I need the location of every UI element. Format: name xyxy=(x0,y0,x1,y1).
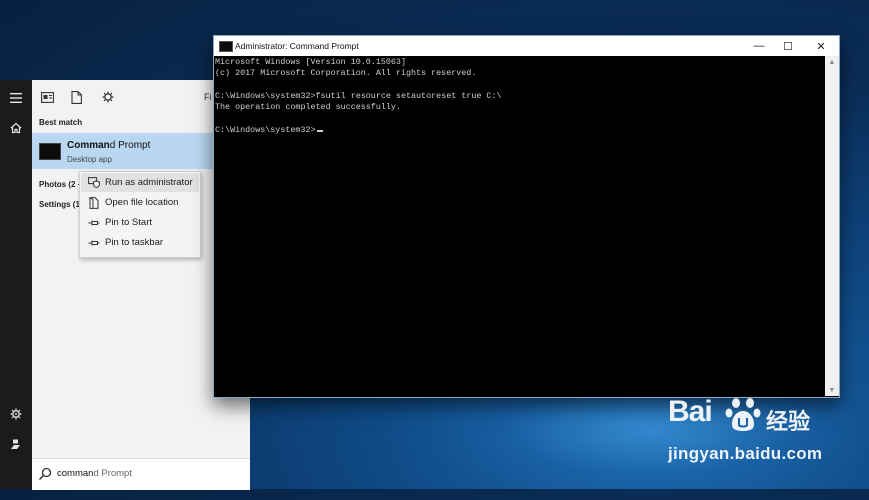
command-prompt-icon xyxy=(219,41,233,52)
console-line: C:\Windows\system32>fsutil resource seta… xyxy=(215,91,502,101)
gear-icon[interactable] xyxy=(6,404,26,424)
menu-item-label: Pin to taskbar xyxy=(105,237,164,248)
console-prompt-line: C:\Windows\system32> xyxy=(215,125,323,136)
console-line: Microsoft Windows [Version 10.0.15063] xyxy=(215,57,406,67)
folder-icon xyxy=(87,196,100,209)
pin-icon xyxy=(87,236,100,249)
menu-item-pin-to-start[interactable]: Pin to Start xyxy=(81,213,199,232)
window-titlebar[interactable]: Administrator: Command Prompt — ☐ ✕ xyxy=(214,36,839,56)
console-line: (c) 2017 Microsoft Corporation. All righ… xyxy=(215,68,477,78)
shield-icon xyxy=(87,176,100,189)
console-line: The operation completed successfully. xyxy=(215,102,401,112)
search-input[interactable]: command Prompt xyxy=(32,458,250,490)
documents-icon[interactable] xyxy=(68,89,84,105)
pin-icon xyxy=(87,216,100,229)
watermark-suffix: 经验 xyxy=(766,409,811,434)
filter-truncated-label: Fi xyxy=(204,92,212,102)
result-subtitle: Desktop app xyxy=(67,155,112,164)
command-prompt-window[interactable]: Administrator: Command Prompt — ☐ ✕ Micr… xyxy=(213,35,840,398)
baidu-watermark: Bai 经验 jingyan.baidu.com xyxy=(668,395,828,470)
all-apps-icon[interactable] xyxy=(39,89,55,105)
command-prompt-icon xyxy=(39,143,61,160)
category-photos[interactable]: Photos (2 + xyxy=(39,180,82,189)
vertical-scrollbar[interactable]: ▲ ▼ xyxy=(825,56,839,396)
start-menu-rail xyxy=(0,80,32,489)
best-match-heading: Best match xyxy=(39,118,83,127)
category-settings[interactable]: Settings (1 xyxy=(39,200,80,209)
close-button[interactable]: ✕ xyxy=(805,36,837,56)
user-icon[interactable] xyxy=(6,434,26,454)
watermark-brand: Bai xyxy=(668,395,713,428)
window-title: Administrator: Command Prompt xyxy=(235,41,359,51)
menu-item-pin-to-taskbar[interactable]: Pin to taskbar xyxy=(81,233,199,252)
best-match-result[interactable]: Command Prompt Desktop app xyxy=(32,133,214,169)
watermark-url: jingyan.baidu.com xyxy=(668,444,823,463)
result-title: Command Prompt xyxy=(67,140,151,151)
hamburger-menu-icon[interactable] xyxy=(6,88,26,108)
text-cursor xyxy=(316,130,323,132)
console-output[interactable]: Microsoft Windows [Version 10.0.15063] (… xyxy=(214,56,825,396)
menu-item-open-file-location[interactable]: Open file location xyxy=(81,193,199,212)
search-icon xyxy=(38,467,52,481)
maximize-button[interactable]: ☐ xyxy=(772,36,804,56)
search-query: command Prompt xyxy=(57,468,132,479)
context-menu: Run as administrator Open file location … xyxy=(79,171,201,258)
settings-icon[interactable] xyxy=(100,89,116,105)
scroll-up-arrow-icon[interactable]: ▲ xyxy=(825,56,839,68)
minimize-button[interactable]: — xyxy=(743,36,775,56)
menu-item-label: Run as administrator xyxy=(105,177,193,188)
menu-item-run-as-administrator[interactable]: Run as administrator xyxy=(81,173,199,192)
paw-logo-icon xyxy=(725,398,761,431)
menu-item-label: Pin to Start xyxy=(105,217,152,228)
home-icon[interactable] xyxy=(6,118,26,138)
menu-item-label: Open file location xyxy=(105,197,179,208)
